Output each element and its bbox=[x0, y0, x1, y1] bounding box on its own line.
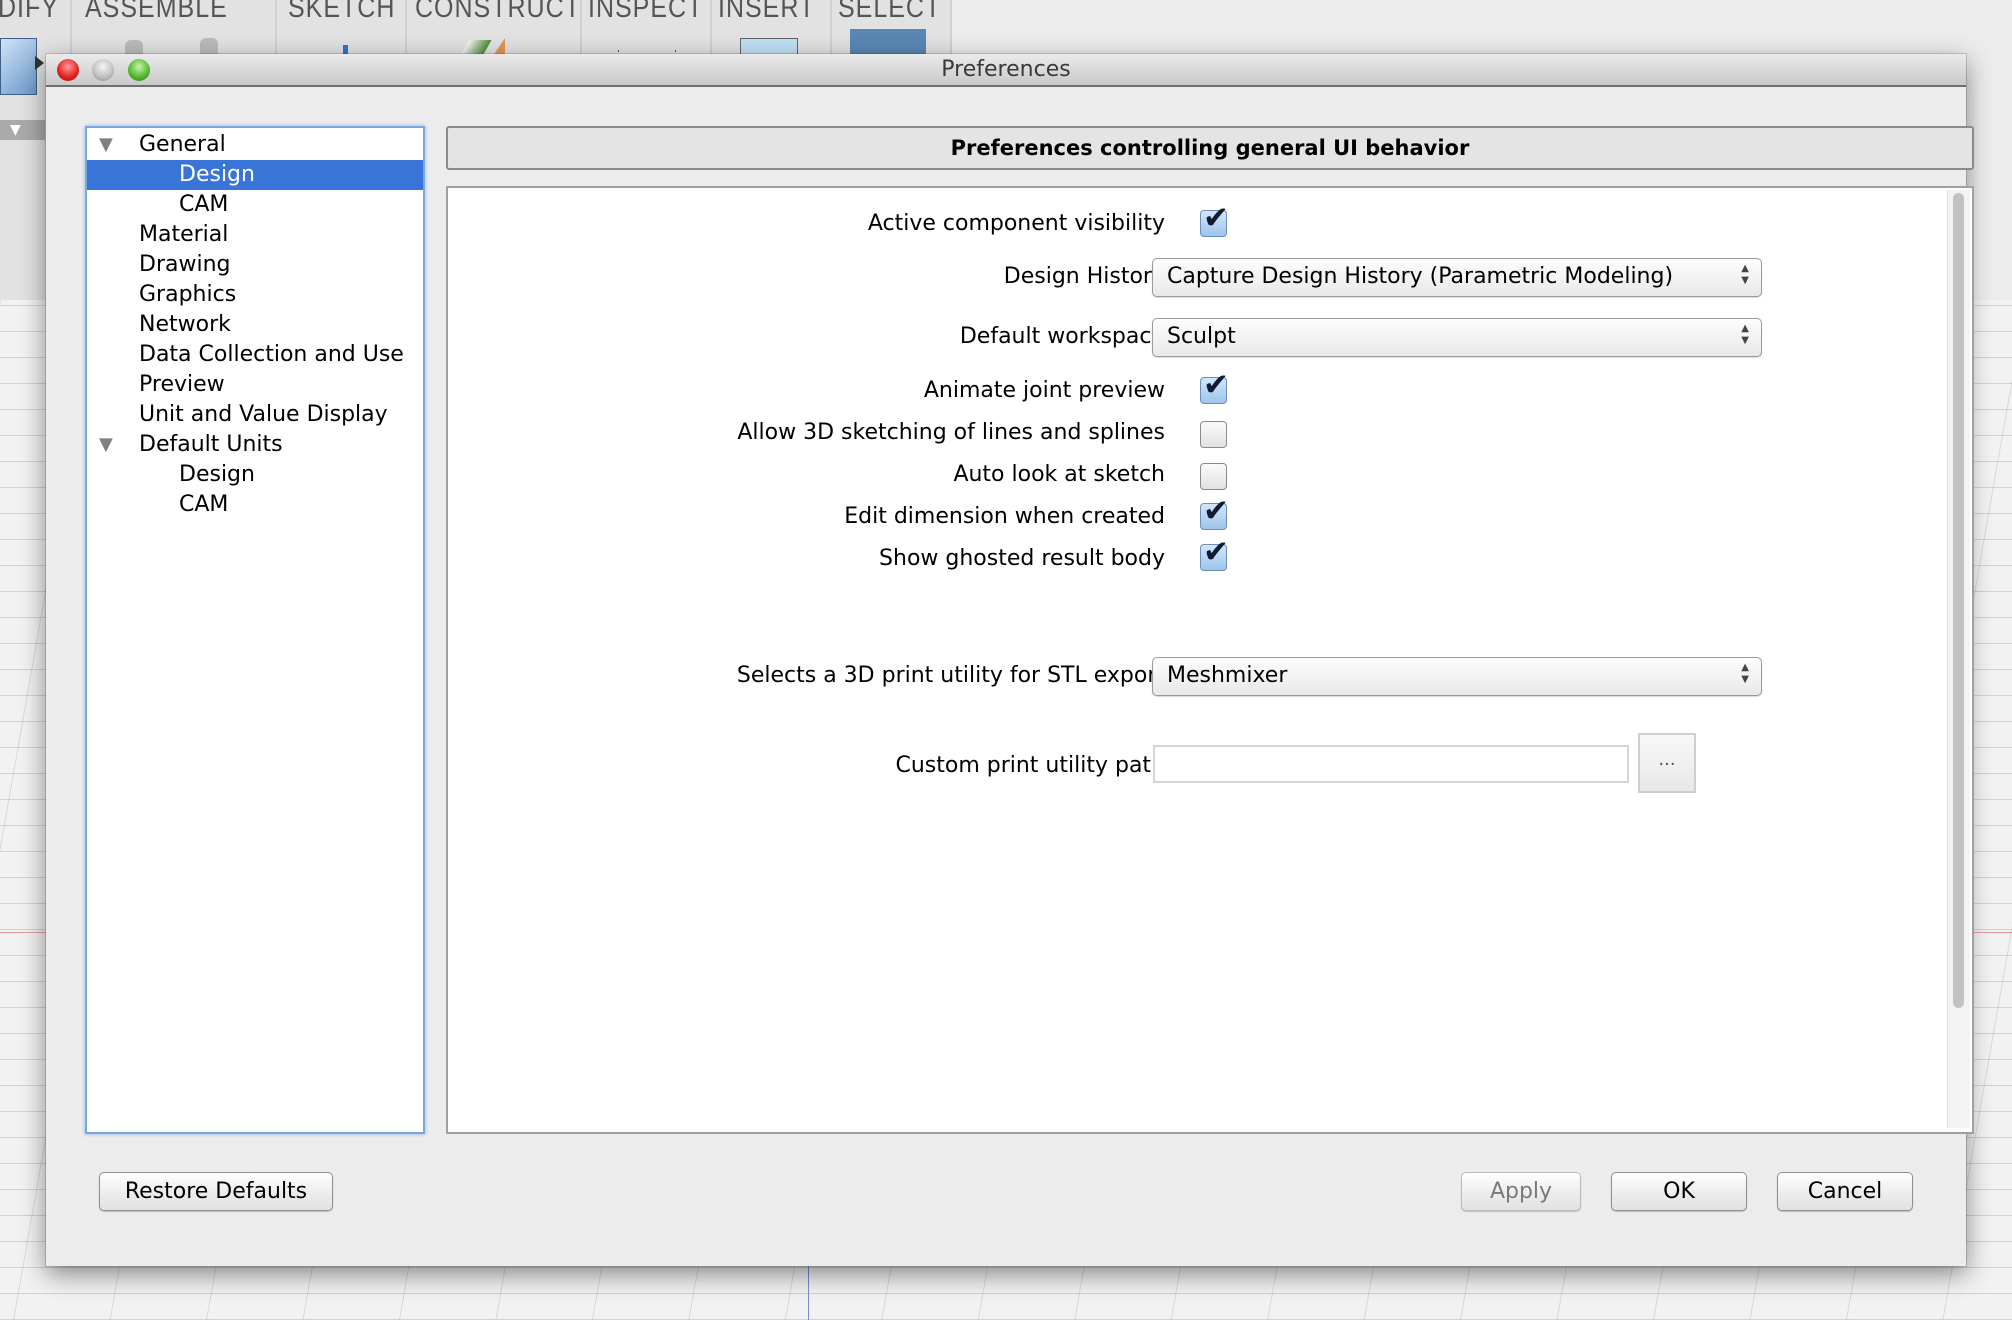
selected-value: Capture Design History (Parametric Model… bbox=[1167, 264, 1674, 289]
preferences-dialog: Preferences ▼ General Design CAM Materia… bbox=[46, 54, 1974, 1266]
selected-value: Sculpt bbox=[1167, 324, 1236, 349]
checkmark-icon: ✔ bbox=[1203, 493, 1229, 529]
tree-item-drawing[interactable]: Drawing bbox=[87, 250, 423, 280]
animate-joint-preview-label: Animate joint preview bbox=[923, 378, 1165, 403]
modify-dropdown[interactable]: ▼ bbox=[0, 120, 45, 140]
tree-item-label: Unit and Value Display bbox=[139, 402, 388, 427]
custom-path-label: Custom print utility path bbox=[895, 753, 1165, 778]
tree-item-general-cam[interactable]: CAM bbox=[87, 190, 423, 220]
tree-item-general[interactable]: ▼ General bbox=[87, 130, 423, 160]
edit-dimension-checkbox[interactable]: ✔ bbox=[1200, 493, 1229, 530]
window-title: Preferences bbox=[941, 57, 1071, 82]
tree-item-label: Drawing bbox=[139, 252, 231, 277]
selected-value: Meshmixer bbox=[1167, 663, 1288, 688]
show-ghosted-checkbox[interactable]: ✔ bbox=[1200, 534, 1229, 571]
restore-defaults-button[interactable]: Restore Defaults bbox=[99, 1172, 333, 1211]
edit-dimension-label: Edit dimension when created bbox=[844, 504, 1165, 529]
z-axis-line bbox=[808, 1266, 809, 1320]
checkmark-icon: ✔ bbox=[1203, 200, 1229, 236]
print-utility-select[interactable]: Meshmixer ▲ ▼ bbox=[1152, 657, 1762, 696]
toolbar-label: CONSTRUCT bbox=[415, 0, 581, 25]
tree-item-default-units-cam[interactable]: CAM bbox=[87, 490, 423, 520]
tree-item-unit-value-display[interactable]: Unit and Value Display bbox=[87, 400, 423, 430]
scrollbar-thumb[interactable] bbox=[1953, 193, 1964, 1008]
custom-path-input[interactable] bbox=[1153, 745, 1629, 783]
active-component-visibility-label: Active component visibility bbox=[867, 211, 1165, 236]
updown-arrows-icon: ▲ ▼ bbox=[1741, 263, 1749, 286]
tree-item-label: Default Units bbox=[139, 432, 283, 457]
toolbar-label: INSPECT bbox=[588, 0, 704, 25]
updown-arrows-icon: ▲ ▼ bbox=[1741, 662, 1749, 685]
tree-item-label: Network bbox=[139, 312, 231, 337]
checkmark-icon: ✔ bbox=[1203, 534, 1229, 570]
tree-item-label: Graphics bbox=[139, 282, 237, 307]
allow-3d-sketching-label: Allow 3D sketching of lines and splines bbox=[737, 420, 1165, 445]
tree-item-label: Design bbox=[179, 462, 255, 487]
dropdown-arrow-icon bbox=[35, 56, 44, 70]
tree-item-default-units-design[interactable]: Design bbox=[87, 460, 423, 490]
tree-item-default-units[interactable]: ▼ Default Units bbox=[87, 430, 423, 460]
vertical-scrollbar[interactable] bbox=[1947, 190, 1970, 1128]
tree-item-general-design[interactable]: Design bbox=[87, 160, 423, 190]
apply-button[interactable]: Apply bbox=[1461, 1172, 1581, 1211]
panel-header: Preferences controlling general UI behav… bbox=[446, 126, 1974, 170]
toolbar-label: ASSEMBLE bbox=[85, 0, 228, 25]
default-workspace-select[interactable]: Sculpt ▲ ▼ bbox=[1152, 318, 1762, 357]
browse-button[interactable]: ... bbox=[1638, 733, 1696, 793]
ok-button[interactable]: OK bbox=[1611, 1172, 1747, 1211]
expand-arrow-icon[interactable]: ▼ bbox=[99, 130, 113, 160]
active-component-visibility-checkbox[interactable]: ✔ bbox=[1200, 200, 1229, 237]
toolbar-label: DIFY bbox=[0, 0, 59, 25]
allow-3d-sketching-checkbox[interactable] bbox=[1200, 421, 1227, 448]
updown-arrows-icon: ▲ ▼ bbox=[1741, 323, 1749, 346]
settings-panel: Active component visibility ✔ Design His… bbox=[446, 186, 1974, 1134]
tree-item-label: CAM bbox=[179, 492, 229, 517]
tree-item-label: CAM bbox=[179, 192, 229, 217]
toolbar-label: SELECT bbox=[838, 0, 942, 25]
category-tree[interactable]: ▼ General Design CAM Material Drawing Gr… bbox=[85, 126, 425, 1134]
print-utility-label: Selects a 3D print utility for STL expor… bbox=[736, 663, 1165, 688]
checkmark-icon: ✔ bbox=[1203, 367, 1229, 403]
animate-joint-preview-checkbox[interactable]: ✔ bbox=[1200, 367, 1229, 404]
default-workspace-label: Default workspace bbox=[959, 324, 1165, 349]
tree-item-label: Data Collection and Use bbox=[139, 342, 404, 367]
tree-item-label: Design bbox=[179, 162, 255, 187]
auto-look-at-sketch-label: Auto look at sketch bbox=[953, 462, 1165, 487]
show-ghosted-label: Show ghosted result body bbox=[879, 546, 1165, 571]
cancel-button[interactable]: Cancel bbox=[1777, 1172, 1913, 1211]
title-bar[interactable]: Preferences bbox=[46, 54, 1966, 87]
chevron-down-icon: ▼ bbox=[10, 122, 21, 138]
tree-item-label: Preview bbox=[139, 372, 225, 397]
toolbar-label: INSERT bbox=[718, 0, 816, 25]
tree-item-label: General bbox=[139, 132, 226, 157]
tree-item-label: Material bbox=[139, 222, 229, 247]
tree-item-data-collection[interactable]: Data Collection and Use bbox=[87, 340, 423, 370]
auto-look-at-sketch-checkbox[interactable] bbox=[1200, 463, 1227, 490]
toolbar-label: SKETCH bbox=[288, 0, 396, 25]
measure-icon bbox=[618, 50, 676, 52]
tree-item-preview[interactable]: Preview bbox=[87, 370, 423, 400]
box-icon bbox=[0, 38, 37, 95]
design-history-label: Design History bbox=[1003, 264, 1165, 289]
tree-item-network[interactable]: Network bbox=[87, 310, 423, 340]
expand-arrow-icon[interactable]: ▼ bbox=[99, 430, 113, 460]
tree-item-material[interactable]: Material bbox=[87, 220, 423, 250]
design-history-select[interactable]: Capture Design History (Parametric Model… bbox=[1152, 258, 1762, 297]
tree-item-graphics[interactable]: Graphics bbox=[87, 280, 423, 310]
